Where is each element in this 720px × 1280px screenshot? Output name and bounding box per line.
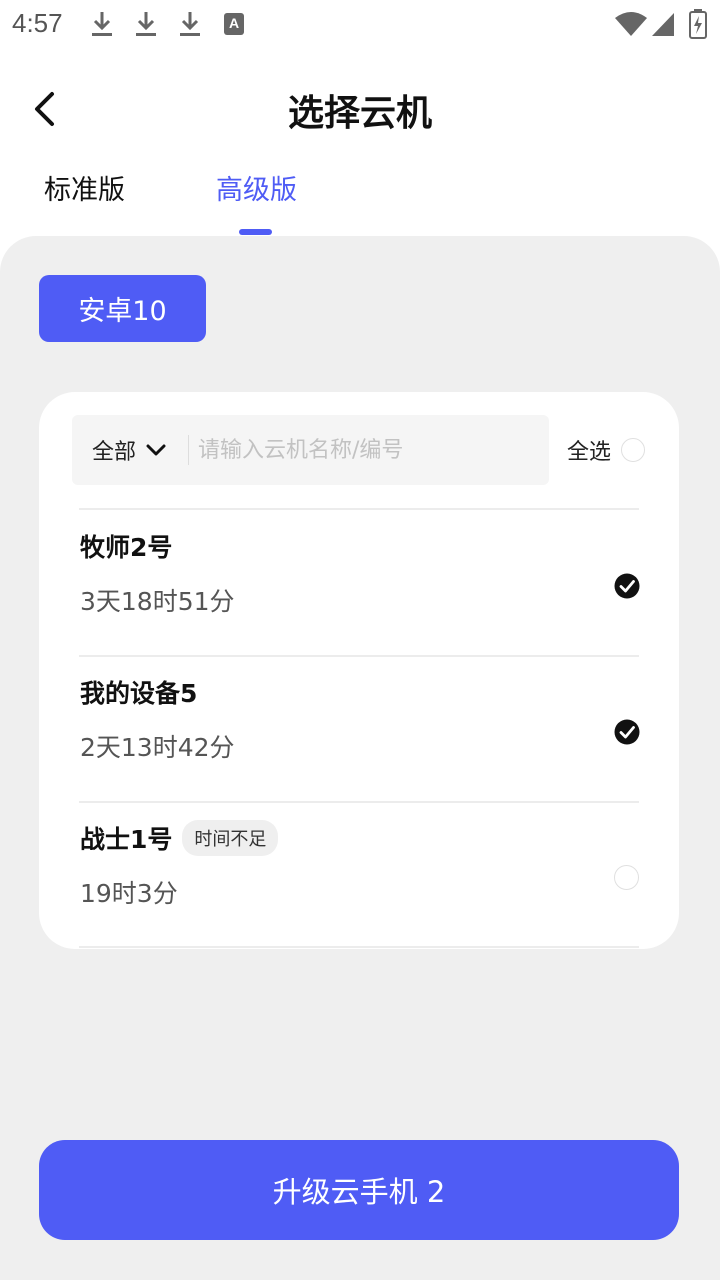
insufficient-time-badge: 时间不足: [182, 820, 279, 856]
upgrade-button[interactable]: 升级云手机 2: [39, 1140, 679, 1240]
select-all-label: 全选: [567, 440, 612, 465]
device-remaining-time: 3天18时51分: [80, 587, 235, 616]
filter-label: 全部: [92, 440, 137, 465]
device-list-card: 全部 全选 牧师2号 3天18时51分 我的设备5 2天13时42分: [39, 392, 679, 949]
tab-standard[interactable]: 标准版: [44, 168, 125, 207]
signal-icon: [651, 11, 675, 41]
device-row[interactable]: 战士1号 时间不足 19时3分: [39, 802, 679, 948]
search-divider: [188, 435, 189, 465]
row-divider: [79, 946, 639, 948]
download-icon: [134, 10, 158, 38]
device-row[interactable]: 我的设备5 2天13时42分: [39, 656, 679, 802]
radio-unchecked-icon[interactable]: [621, 438, 646, 462]
download-icon: [178, 10, 202, 38]
filter-dropdown[interactable]: 全部: [92, 415, 166, 485]
status-time: 4:57: [12, 8, 63, 38]
search-bar: 全部: [72, 415, 549, 485]
device-row[interactable]: 牧师2号 3天18时51分: [39, 510, 679, 656]
status-bar: 4:57 A: [0, 0, 720, 50]
device-remaining-time: 2天13时42分: [80, 733, 235, 762]
os-version-chip[interactable]: 安卓10: [39, 275, 206, 342]
device-name: 牧师2号: [80, 533, 173, 562]
device-name: 我的设备5: [80, 679, 198, 708]
checked-circle-icon[interactable]: [614, 573, 640, 603]
battery-icon: [688, 9, 708, 43]
download-icon: [90, 10, 114, 38]
device-remaining-time: 19时3分: [80, 879, 178, 908]
checked-circle-icon[interactable]: [614, 719, 640, 749]
search-input[interactable]: [198, 415, 538, 485]
radio-unchecked-icon[interactable]: [614, 865, 639, 890]
page-title: 选择云机: [287, 93, 432, 134]
tab-advanced[interactable]: 高级版: [216, 168, 297, 207]
select-all-toggle[interactable]: 全选: [567, 415, 646, 485]
device-name: 战士1号: [80, 825, 173, 854]
wifi-icon: [614, 11, 648, 41]
active-tab-indicator: [239, 229, 272, 235]
chevron-down-icon: [146, 444, 166, 456]
a-icon: A: [224, 13, 244, 35]
